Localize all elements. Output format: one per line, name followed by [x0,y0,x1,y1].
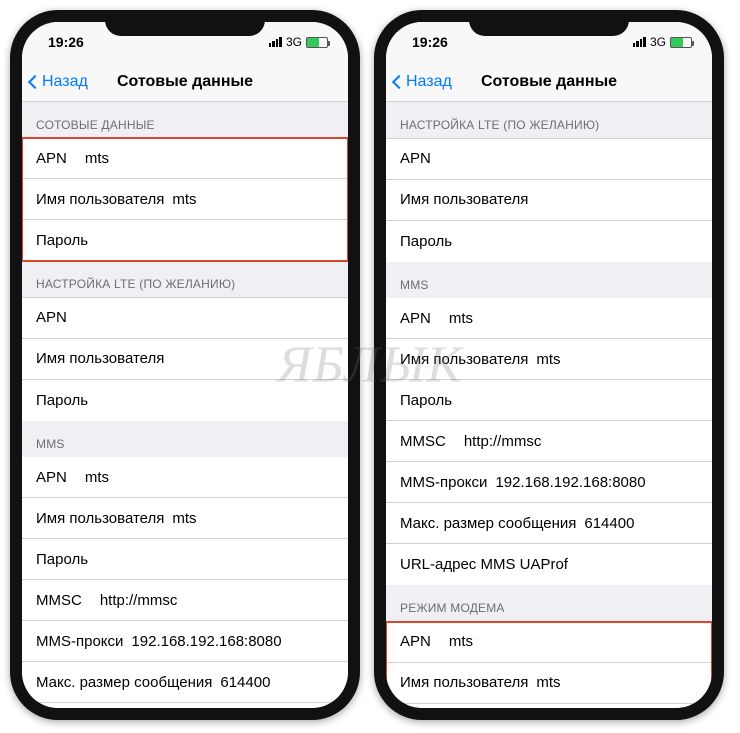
label-apn: APN [36,150,67,167]
row-mms-maxsize[interactable]: Макс. размер сообщения 614400 [386,503,712,544]
header-lte: НАСТРОЙКА LTE (ПО ЖЕЛАНИЮ) [386,102,712,138]
chevron-left-icon [392,74,406,88]
row-mms-proxy[interactable]: MMS-прокси 192.168.192.168:8080 [386,462,712,503]
row-mms-apn[interactable]: APN mts [22,457,348,498]
row-mms-password[interactable]: Пароль [386,380,712,421]
header-mms: MMS [386,262,712,298]
back-button[interactable]: Назад [30,73,88,91]
header-lte: НАСТРОЙКА LTE (ПО ЖЕЛАНИЮ) [22,261,348,297]
row-lte-username[interactable]: Имя пользователя [386,180,712,221]
row-mms-password[interactable]: Пароль [22,539,348,580]
group-lte: APN Имя пользователя Пароль [386,139,712,262]
back-button[interactable]: Назад [394,73,452,91]
row-lte-apn[interactable]: APN [22,298,348,339]
value-username: mts [172,191,196,208]
row-password[interactable]: Пароль [22,220,348,261]
header-cellular: СОТОВЫЕ ДАННЫЕ [22,102,348,138]
phone-left: 19:26 3G Назад Сотовые данные СОТОВЫЕ ДА… [10,10,360,720]
status-time: 19:26 [48,34,84,50]
screen-right: 19:26 3G Назад Сотовые данные НАСТРОЙКА … [386,22,712,708]
content-left[interactable]: СОТОВЫЕ ДАННЫЕ APN mts Имя пользователя … [22,102,348,708]
row-lte-password[interactable]: Пароль [22,380,348,421]
row-lte-apn[interactable]: APN [386,139,712,180]
row-mms-username[interactable]: Имя пользователя mts [386,339,712,380]
row-modem-apn[interactable]: APN mts [386,622,712,663]
row-mmsc[interactable]: MMSC http://mmsc [386,421,712,462]
nav-bar: Назад Сотовые данные [386,62,712,102]
signal-icon [633,37,646,47]
row-mms-apn[interactable]: APN mts [386,298,712,339]
row-apn[interactable]: APN mts [22,138,348,179]
status-right: 3G [269,35,328,49]
row-lte-password[interactable]: Пароль [386,221,712,262]
header-modem: РЕЖИМ МОДЕМА [386,585,712,621]
row-lte-username[interactable]: Имя пользователя [22,339,348,380]
screen-left: 19:26 3G Назад Сотовые данные СОТОВЫЕ ДА… [22,22,348,708]
status-time: 19:26 [412,34,448,50]
nav-bar: Назад Сотовые данные [22,62,348,102]
row-mms-uaprof[interactable]: URL-адрес MMS UAProf [22,703,348,708]
row-mms-proxy[interactable]: MMS-прокси 192.168.192.168:8080 [22,621,348,662]
back-label: Назад [406,73,452,91]
row-username[interactable]: Имя пользователя mts [22,179,348,220]
network-label: 3G [650,35,666,49]
signal-icon [269,37,282,47]
header-mms: MMS [22,421,348,457]
row-modem-password[interactable]: Пароль [386,704,712,709]
row-modem-username[interactable]: Имя пользователя mts [386,663,712,704]
group-mms: APN mts Имя пользователя mts Пароль MMSC… [386,298,712,585]
status-right: 3G [633,35,692,49]
battery-icon [306,37,328,48]
chevron-left-icon [28,74,42,88]
group-cellular: APN mts Имя пользователя mts Пароль [22,138,348,261]
label-username: Имя пользователя [36,191,164,208]
notch [469,10,629,36]
label-password: Пароль [36,232,88,249]
back-label: Назад [42,73,88,91]
row-mmsc[interactable]: MMSC http://mmsc [22,580,348,621]
notch [105,10,265,36]
value-apn: mts [85,150,109,167]
group-mms: APN mts Имя пользователя mts Пароль MMSC… [22,457,348,708]
network-label: 3G [286,35,302,49]
row-mms-username[interactable]: Имя пользователя mts [22,498,348,539]
row-mms-uaprof[interactable]: URL-адрес MMS UAProf [386,544,712,585]
content-right[interactable]: НАСТРОЙКА LTE (ПО ЖЕЛАНИЮ) APN Имя польз… [386,102,712,708]
group-modem: APN mts Имя пользователя mts Пароль [386,622,712,709]
battery-icon [670,37,692,48]
group-lte: APN Имя пользователя Пароль [22,298,348,421]
phone-right: 19:26 3G Назад Сотовые данные НАСТРОЙКА … [374,10,724,720]
row-mms-maxsize[interactable]: Макс. размер сообщения 614400 [22,662,348,703]
